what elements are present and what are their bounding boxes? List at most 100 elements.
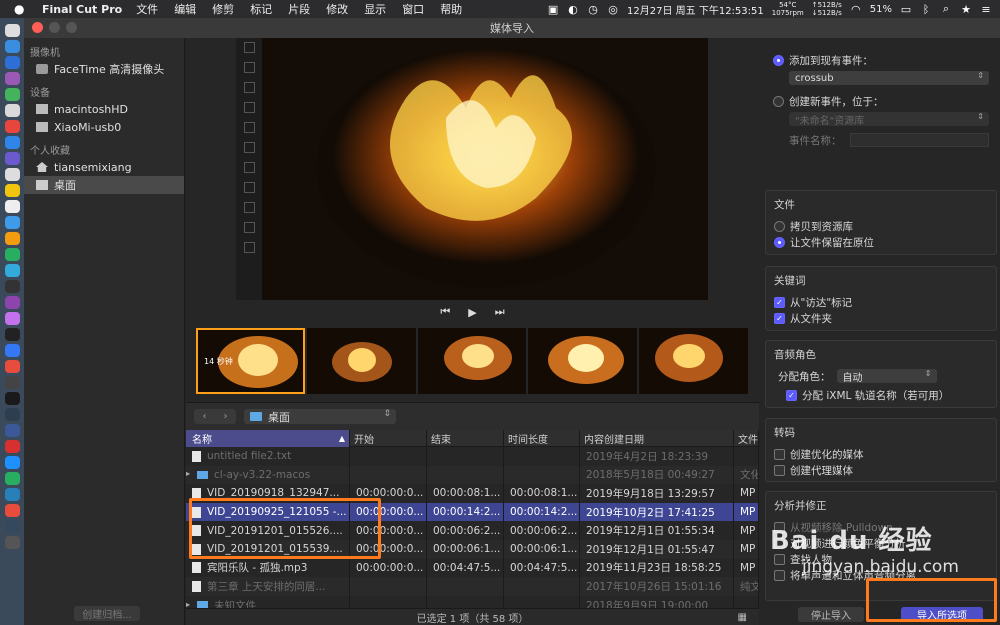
clip-thumbnail[interactable] bbox=[417, 328, 527, 394]
menu-file[interactable]: 文件 bbox=[136, 1, 158, 17]
disclosure-triangle-icon[interactable]: ▶ bbox=[186, 600, 193, 608]
close-button[interactable] bbox=[32, 22, 43, 33]
app-icon-27[interactable] bbox=[4, 440, 20, 453]
sidebar-item-facetime[interactable]: FaceTime 高清摄像头 bbox=[24, 60, 184, 78]
zoom-button[interactable] bbox=[66, 22, 77, 33]
app-icon-28[interactable] bbox=[4, 456, 20, 469]
forward-icon[interactable]: › bbox=[224, 411, 228, 422]
launchpad-icon[interactable] bbox=[4, 40, 20, 53]
from-folders-checkbox[interactable]: ✓ bbox=[774, 312, 785, 324]
table-row[interactable]: 宾阳乐队 - 孤独.mp3 00:00:00:0... 00:04:47:5... 0… bbox=[186, 558, 759, 578]
clip-filmstrip[interactable]: 14 秒钟 bbox=[196, 328, 748, 394]
leave-in-place-option[interactable]: 让文件保留在原位 bbox=[774, 234, 988, 250]
app-icon-6[interactable] bbox=[4, 104, 20, 117]
path-popup[interactable]: 桌面 ⇕ bbox=[244, 409, 396, 424]
trash-icon[interactable] bbox=[4, 536, 20, 549]
clock-icon[interactable]: ◷ bbox=[587, 3, 599, 16]
back-icon[interactable]: ‹ bbox=[203, 411, 207, 422]
menu-edit[interactable]: 编辑 bbox=[174, 1, 196, 17]
app-icon-8[interactable] bbox=[4, 136, 20, 149]
create-archive-button[interactable]: 创建归档... bbox=[74, 606, 140, 621]
sidebar-item-desktop[interactable]: 桌面 bbox=[24, 176, 184, 194]
terminal-icon[interactable] bbox=[4, 392, 20, 405]
sidebar-item-home[interactable]: tiansemixiang bbox=[24, 158, 184, 176]
app-icon-25[interactable] bbox=[4, 408, 20, 421]
app-icon-10[interactable] bbox=[4, 168, 20, 181]
leave-in-place-radio[interactable] bbox=[774, 236, 785, 248]
column-end[interactable]: 结束 bbox=[427, 430, 504, 447]
column-name[interactable]: 名称 ▲ bbox=[186, 430, 350, 447]
sidebar-item-macintoshhd[interactable]: macintoshHD bbox=[24, 100, 184, 118]
sidebar-item-xiaomi[interactable]: XiaoMi-usb0 bbox=[24, 118, 184, 136]
clip-thumbnail[interactable] bbox=[306, 328, 416, 394]
from-folders-option[interactable]: ✓ 从文件夹 bbox=[774, 310, 988, 326]
app-icon-14[interactable] bbox=[4, 232, 20, 245]
create-new-event-radio[interactable] bbox=[773, 95, 784, 107]
temperature-stats[interactable]: 54°C 1075rpm bbox=[772, 1, 804, 17]
appstore-icon[interactable] bbox=[4, 344, 20, 357]
chip-icon[interactable]: ▣ bbox=[547, 3, 559, 16]
menu-trim[interactable]: 修剪 bbox=[212, 1, 234, 17]
create-new-event-option[interactable]: 创建新事件，位于： bbox=[773, 93, 989, 109]
assign-roles-popup[interactable]: 自动 ⇕ bbox=[836, 369, 937, 384]
column-content-created[interactable]: 内容创建日期 bbox=[580, 430, 734, 447]
app-icon-4[interactable] bbox=[4, 72, 20, 85]
app-icon-29[interactable] bbox=[4, 472, 20, 485]
ixml-option[interactable]: ✓ 分配 iXML 轨道名称（若可用） bbox=[786, 387, 988, 403]
menu-clip[interactable]: 片段 bbox=[288, 1, 310, 17]
column-file-type[interactable]: 文件 bbox=[734, 430, 759, 447]
bluetooth-icon[interactable]: ᛒ bbox=[920, 3, 932, 16]
copy-to-library-option[interactable]: 拷贝到资源库 bbox=[774, 218, 988, 234]
chrome-icon[interactable] bbox=[4, 120, 20, 133]
battery-icon[interactable]: ▭ bbox=[900, 3, 912, 16]
network-stats[interactable]: ↑512B/s ↓512B/s bbox=[812, 1, 842, 17]
play-icon[interactable]: ▶ bbox=[468, 306, 476, 319]
app-icon-23[interactable] bbox=[4, 376, 20, 389]
app-icon-31[interactable] bbox=[4, 504, 20, 517]
app-icon-32[interactable] bbox=[4, 520, 20, 533]
ixml-checkbox[interactable]: ✓ bbox=[786, 389, 797, 401]
app-icon-5[interactable] bbox=[4, 88, 20, 101]
tv-icon[interactable] bbox=[4, 328, 20, 341]
clip-thumbnail[interactable] bbox=[639, 328, 748, 394]
menu-view[interactable]: 显示 bbox=[364, 1, 386, 17]
column-duration[interactable]: 时间长度 bbox=[504, 430, 580, 447]
proxy-media-checkbox[interactable] bbox=[774, 464, 785, 476]
back-forward-buttons[interactable]: ‹ › bbox=[194, 409, 236, 424]
safari-icon[interactable] bbox=[4, 56, 20, 69]
app-icon-13[interactable] bbox=[4, 216, 20, 229]
control-center-icon[interactable]: ★ bbox=[960, 3, 972, 16]
wifi-icon[interactable]: ◠ bbox=[850, 3, 862, 16]
app-icon-16[interactable] bbox=[4, 264, 20, 277]
calendar-icon[interactable] bbox=[4, 200, 20, 213]
app-icon-17[interactable] bbox=[4, 280, 20, 293]
add-existing-radio[interactable] bbox=[773, 54, 784, 66]
video-viewer[interactable] bbox=[236, 38, 708, 300]
notes-icon[interactable] bbox=[4, 184, 20, 197]
next-frame-icon[interactable]: ⏭ bbox=[495, 305, 505, 319]
wechat-icon[interactable]: ◐ bbox=[567, 3, 579, 16]
menu-modify[interactable]: 修改 bbox=[326, 1, 348, 17]
app-menu[interactable]: Final Cut Pro bbox=[42, 3, 122, 16]
optimized-media-option[interactable]: 创建优化的媒体 bbox=[774, 446, 988, 462]
copy-to-library-radio[interactable] bbox=[774, 220, 785, 232]
column-start[interactable]: 开始 bbox=[350, 430, 427, 447]
table-row[interactable]: ▶ cl-ay-v3.22-macos 2018年5月18日 00:49:27文化 bbox=[186, 465, 759, 485]
optimized-media-checkbox[interactable] bbox=[774, 448, 785, 460]
proxy-media-option[interactable]: 创建代理媒体 bbox=[774, 462, 988, 478]
screenshot-icon[interactable]: ◎ bbox=[607, 3, 619, 16]
app-icon-30[interactable] bbox=[4, 488, 20, 501]
menu-mark[interactable]: 标记 bbox=[250, 1, 272, 17]
list-icon[interactable]: ≡ bbox=[980, 3, 992, 16]
clip-thumbnail[interactable] bbox=[528, 328, 638, 394]
app-icon-15[interactable] bbox=[4, 248, 20, 261]
app-icon-9[interactable] bbox=[4, 152, 20, 165]
app-icon-26[interactable] bbox=[4, 424, 20, 437]
finder-tags-option[interactable]: ✓ 从"访达"标记 bbox=[774, 294, 988, 310]
app-icon-22[interactable] bbox=[4, 360, 20, 373]
previous-frame-icon[interactable]: ⏮ bbox=[440, 305, 450, 319]
table-row[interactable]: ▶ 未知文件 2018年9月9日 19:00:00 bbox=[186, 595, 759, 608]
search-icon[interactable]: ⌕ bbox=[940, 2, 952, 15]
datetime[interactable]: 12月27日 周五 下午12:53:51 bbox=[627, 2, 764, 17]
menu-help[interactable]: 帮助 bbox=[440, 1, 462, 17]
